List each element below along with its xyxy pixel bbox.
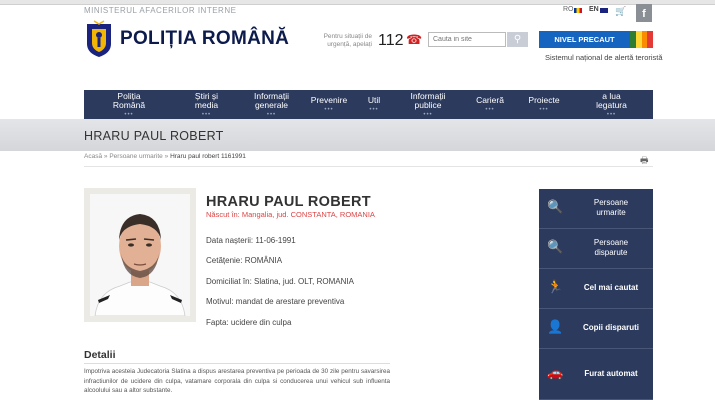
- nav-item[interactable]: Util •••: [354, 90, 394, 119]
- alert-level-label: NIVEL PRECAUT: [554, 35, 615, 44]
- search-person-icon: 🔍: [547, 239, 564, 254]
- nav-item[interactable]: Poliția Română •••: [84, 90, 174, 119]
- breadcrumb-home[interactable]: Acasă: [84, 153, 102, 160]
- nav-item-label: Română: [112, 99, 146, 110]
- alert-level-bar: [647, 31, 653, 48]
- sidebar-item[interactable]: 🔍 Persoane urmarite: [539, 189, 653, 229]
- breadcrumb-separator: »: [164, 153, 169, 160]
- person-offence: Fapta: ucidere din culpa: [206, 318, 292, 327]
- person-photo-frame: [84, 188, 196, 322]
- uk-flag-icon[interactable]: [600, 8, 608, 13]
- nav-item[interactable]: Carieră •••: [462, 90, 518, 119]
- person-birthplace: Născut în: Mangalia, jud. CONSTANTA, ROM…: [206, 210, 375, 219]
- sidebar-label-line: Cel mai cautat: [583, 283, 639, 292]
- person-name: HRARU PAUL ROBERT: [206, 194, 371, 210]
- nav-item[interactable]: Informații publice •••: [394, 90, 462, 119]
- person-warrant-reason: Motivul: mandat de arestare preventiva: [206, 297, 345, 306]
- details-heading: Detalii: [84, 349, 116, 361]
- emergency-number: 112: [378, 32, 404, 49]
- details-divider: [84, 363, 390, 364]
- breadcrumb-divider: [84, 166, 653, 167]
- romania-flag-icon[interactable]: [574, 8, 582, 13]
- nav-item-label: publice: [414, 99, 442, 110]
- nav-dots-icon: •••: [369, 107, 379, 113]
- nav-item-label: media: [194, 99, 219, 110]
- top-bar: MINISTERUL AFACERILOR INTERNE RO EN 🛒 f: [0, 4, 715, 22]
- sidebar-item-label: Persoane urmarite: [573, 198, 649, 218]
- nav-item-label: Util: [367, 95, 381, 105]
- search-person-icon: 🔍: [547, 199, 564, 214]
- nav-item-label: Prevenire: [310, 95, 348, 105]
- police-crest-icon[interactable]: [84, 20, 114, 58]
- sidebar-item-label: Copii disparuti: [573, 323, 649, 333]
- sidebar-label-line: urmarite: [596, 208, 626, 217]
- breadcrumb: Acasă » Persoane urmarite » Hraru paul r…: [84, 153, 246, 160]
- person-citizenship: Cetățenie: ROMÂNIA: [206, 256, 283, 265]
- sidebar-label-line: Furat automat: [584, 368, 638, 378]
- nav-dots-icon: •••: [201, 111, 212, 118]
- nav-item[interactable]: Informații generale •••: [239, 90, 304, 119]
- person-birthdate: Data nașterii: 11-06-1991: [206, 236, 296, 245]
- search-icon: ⚲: [513, 34, 522, 45]
- breadcrumb-current: Hraru paul robert 1161991: [170, 153, 246, 160]
- sidebar-label-line: Copii disparuti: [583, 323, 639, 332]
- site-brand[interactable]: POLIȚIA ROMÂNĂ: [120, 28, 289, 50]
- nav-item[interactable]: Proiecte •••: [518, 90, 570, 119]
- sidebar-item[interactable]: 🔍 Persoane disparute: [539, 229, 653, 269]
- sidebar-menu: 🔍 Persoane urmarite 🔍 Persoane disparute 🏃 Cel …: [539, 189, 653, 400]
- alert-level-button[interactable]: NIVEL PRECAUT: [539, 31, 653, 48]
- person-residence: Domiciliat în: Slatina, jud. OLT, ROMANI…: [206, 277, 354, 286]
- sidebar-item-label: Furat automat: [573, 369, 649, 379]
- alert-level-bars: [630, 31, 653, 48]
- sidebar-item[interactable]: 👤 Copii disparuti: [539, 309, 653, 349]
- nav-item-label: legatura: [596, 99, 627, 110]
- nav-dots-icon: •••: [485, 107, 495, 113]
- basket-icon[interactable]: 🛒: [615, 6, 626, 17]
- running-person-icon: 🏃: [547, 279, 564, 294]
- person-photo: [90, 194, 190, 316]
- sidebar-label-line: disparute: [594, 248, 628, 257]
- nav-dots-icon: •••: [606, 111, 617, 118]
- nav-item[interactable]: Știri și media •••: [174, 90, 239, 119]
- emergency-text: Pentru situații de urgență, apelați: [323, 33, 372, 48]
- lang-en-link[interactable]: EN: [589, 6, 599, 13]
- phone-icon: ☎: [406, 32, 423, 47]
- nav-dots-icon: •••: [324, 107, 334, 113]
- lang-ro-link[interactable]: RO: [563, 6, 574, 13]
- nav-item-label: Carieră: [476, 95, 504, 105]
- alert-system-text: Sistemul național de alertă teroristă: [545, 53, 663, 62]
- nav-item[interactable]: Prevenire •••: [304, 90, 354, 119]
- ministry-link[interactable]: MINISTERUL AFACERILOR INTERNE: [84, 6, 236, 15]
- car-icon: 🚗: [547, 364, 564, 380]
- nav-item-label: generale: [254, 99, 289, 110]
- nav-item-label: Proiecte: [528, 95, 560, 105]
- main-nav: Poliția Română ••• Știri și media ••• Informaț…: [84, 90, 653, 119]
- search-input[interactable]: [428, 32, 506, 47]
- nav-item[interactable]: a lua legatura •••: [570, 90, 653, 119]
- nav-dots-icon: •••: [266, 111, 277, 118]
- nav-dots-icon: •••: [423, 111, 433, 118]
- details-text: Impotriva acesteia Judecatoria Slatina a…: [84, 368, 390, 394]
- nav-dots-icon: •••: [539, 107, 549, 113]
- sidebar-item-label: Cel mai cautat: [573, 283, 649, 293]
- sidebar-label-line: Persoane: [593, 238, 629, 247]
- nav-dots-icon: •••: [124, 111, 134, 118]
- breadcrumb-section[interactable]: Persoane urmarite: [109, 153, 162, 160]
- child-icon: 👤: [547, 319, 564, 334]
- sidebar-item[interactable]: 🚗 Furat automat: [539, 349, 653, 400]
- page-title: HRARU PAUL ROBERT: [84, 129, 224, 143]
- breadcrumb-separator: »: [103, 153, 108, 160]
- sidebar-item-label: Persoane disparute: [573, 238, 649, 258]
- sidebar-item[interactable]: 🏃 Cel mai cautat: [539, 269, 653, 309]
- search-button[interactable]: ⚲: [507, 32, 528, 47]
- sidebar-label-line: Persoane: [593, 198, 629, 207]
- person-portrait-icon: [94, 214, 186, 316]
